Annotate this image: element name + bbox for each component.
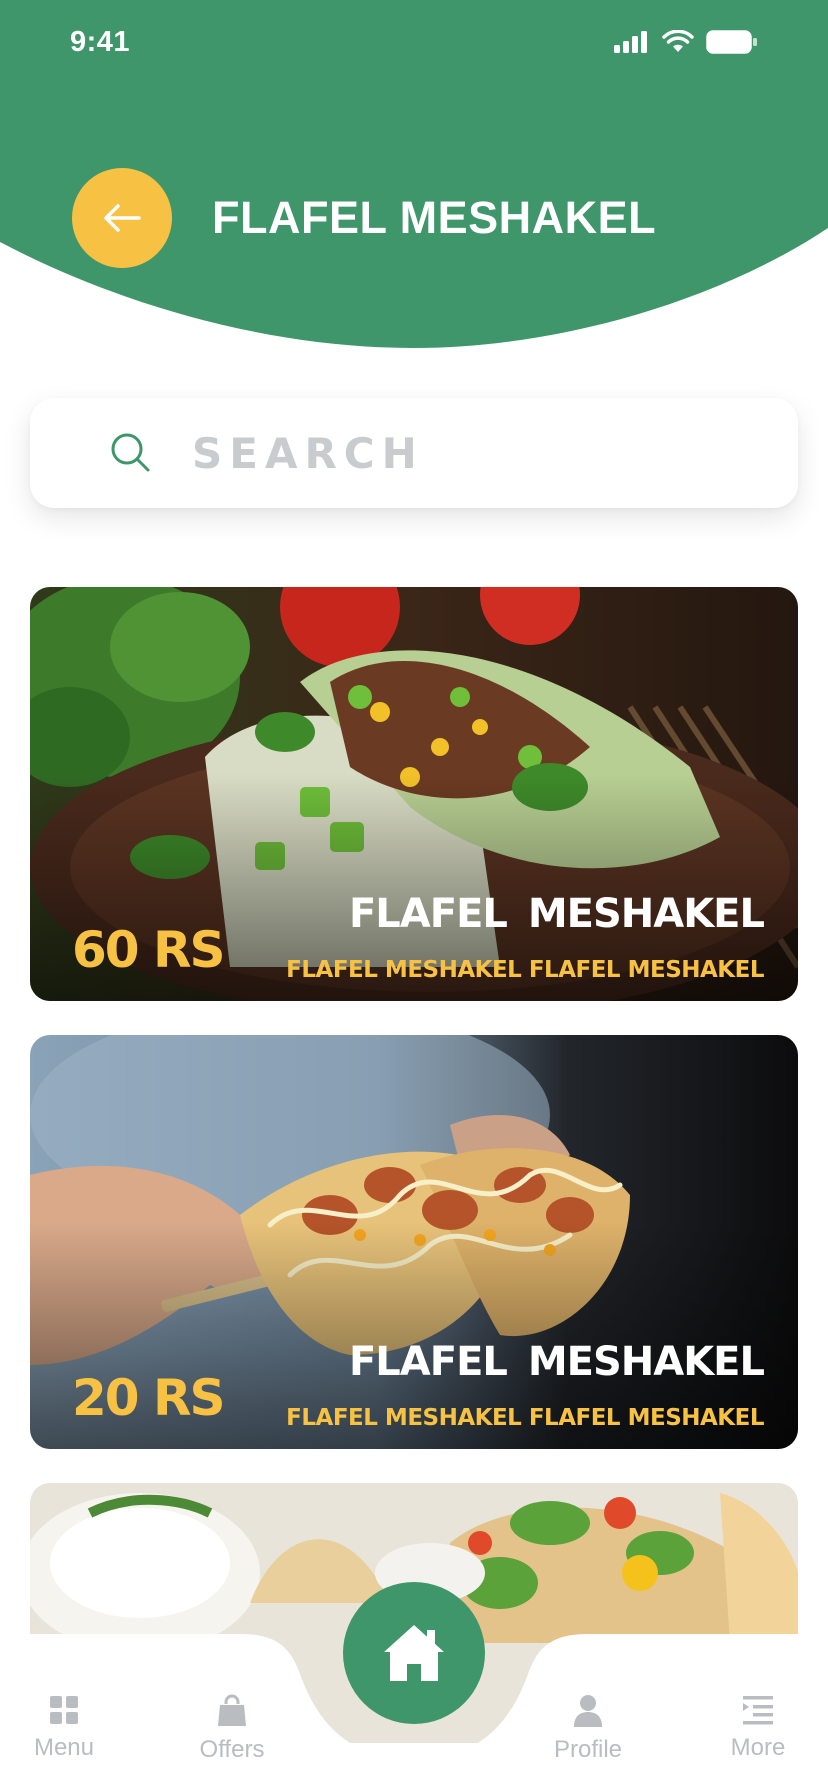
- nav-offers-label: Offers: [199, 1736, 265, 1763]
- item-name: FLAFEL MESHAKEL: [348, 891, 765, 937]
- nav-menu-label: Menu: [33, 1734, 95, 1761]
- search-input[interactable]: [192, 428, 752, 478]
- list-icon: [743, 1696, 773, 1725]
- shopping-bag-icon: [218, 1694, 246, 1726]
- nav-profile[interactable]: Profile: [528, 1694, 648, 1764]
- battery-icon: [706, 30, 757, 54]
- home-button[interactable]: [343, 1582, 485, 1724]
- status-time: 9:41: [70, 26, 131, 58]
- nav-menu[interactable]: Menu: [4, 1694, 124, 1762]
- wifi-icon: [662, 30, 694, 52]
- page-title: FLAFEL MESHAKEL: [212, 192, 657, 243]
- status-icons: [614, 30, 758, 54]
- nav-more-label: More: [730, 1734, 786, 1761]
- item-subtitle: FLAFEL MESHAKEL FLAFEL MESHAKEL: [286, 1405, 764, 1431]
- item-price: 20 RS: [72, 1369, 225, 1427]
- user-icon: [574, 1695, 602, 1727]
- nav-more[interactable]: More: [698, 1694, 818, 1762]
- item-subtitle: FLAFEL MESHAKEL FLAFEL MESHAKEL: [286, 957, 764, 983]
- nav-offers[interactable]: Offers: [172, 1694, 292, 1764]
- food-item-card[interactable]: 60 RS FLAFEL MESHAKEL FLAFEL MESHAKEL FL…: [30, 587, 798, 1001]
- signal-icon: [614, 31, 647, 53]
- back-button[interactable]: [72, 168, 172, 268]
- arrow-left-icon: [104, 204, 141, 232]
- home-icon: [384, 1625, 444, 1681]
- nav-profile-label: Profile: [553, 1736, 623, 1763]
- item-price: 60 RS: [72, 921, 225, 979]
- item-name: FLAFEL MESHAKEL: [348, 1339, 765, 1385]
- food-item-card[interactable]: 20 RS FLAFEL MESHAKEL FLAFEL MESHAKEL FL…: [30, 1035, 798, 1449]
- search-bar[interactable]: [30, 398, 798, 508]
- grid-icon: [50, 1696, 78, 1724]
- search-icon: [111, 433, 150, 472]
